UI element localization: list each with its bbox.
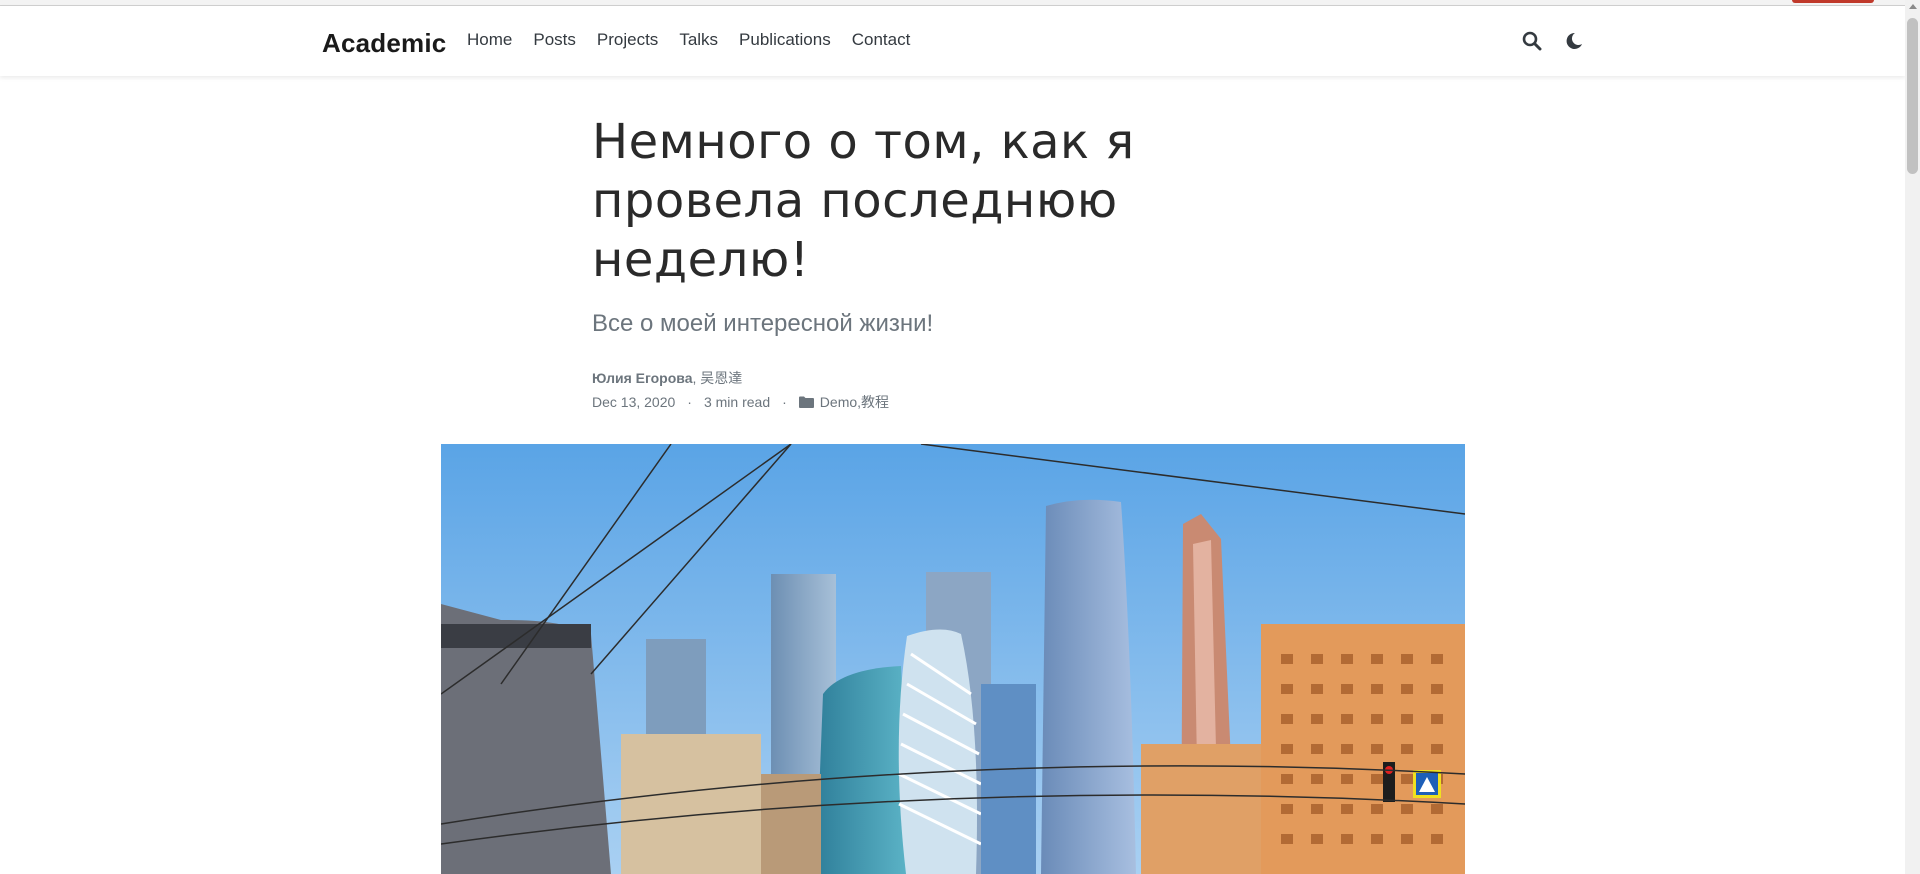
scroll-up-arrow[interactable]: [1909, 4, 1917, 9]
nav-projects[interactable]: Projects: [597, 30, 658, 50]
meta-dot: ·: [782, 394, 787, 410]
city-skyline-image: [441, 444, 1465, 874]
folder-icon: [798, 396, 814, 408]
article-meta: Dec 13, 2020 · 3 min read · Demo, 教程: [592, 392, 889, 412]
nav-icons: [1522, 31, 1584, 51]
article-date: Dec 13, 2020: [592, 394, 676, 410]
nav-publications[interactable]: Publications: [739, 30, 831, 50]
top-accent-bar: [1792, 0, 1874, 3]
navbar: Academic Home Posts Projects Talks Publi…: [0, 6, 1905, 76]
nav-talks[interactable]: Talks: [679, 30, 718, 50]
article-read-time: 3 min read: [703, 394, 771, 410]
category-link-tutorial[interactable]: 教程: [861, 392, 889, 412]
article-title: Немного о том, как я провела последнюю н…: [592, 114, 1135, 288]
meta-dot: ·: [687, 394, 692, 410]
nav-home[interactable]: Home: [467, 30, 512, 50]
page-scrollbar[interactable]: [1905, 0, 1920, 874]
author-secondary[interactable]: 吴恩達: [700, 370, 742, 386]
nav-contact[interactable]: Contact: [852, 30, 911, 50]
category-link-demo[interactable]: Demo: [820, 394, 857, 410]
scrollbar-thumb[interactable]: [1907, 18, 1918, 174]
author-primary[interactable]: Юлия Егорова: [592, 370, 693, 386]
featured-image: [441, 444, 1465, 874]
site-brand[interactable]: Academic: [322, 28, 446, 59]
article-authors: Юлия Егорова, 吴恩達: [592, 368, 742, 388]
search-icon[interactable]: [1522, 31, 1542, 51]
article-subtitle: Все о моей интересной жизни!: [592, 310, 934, 337]
moon-icon[interactable]: [1564, 31, 1584, 51]
nav-posts[interactable]: Posts: [533, 30, 576, 50]
nav-links: Home Posts Projects Talks Publications C…: [467, 30, 931, 50]
